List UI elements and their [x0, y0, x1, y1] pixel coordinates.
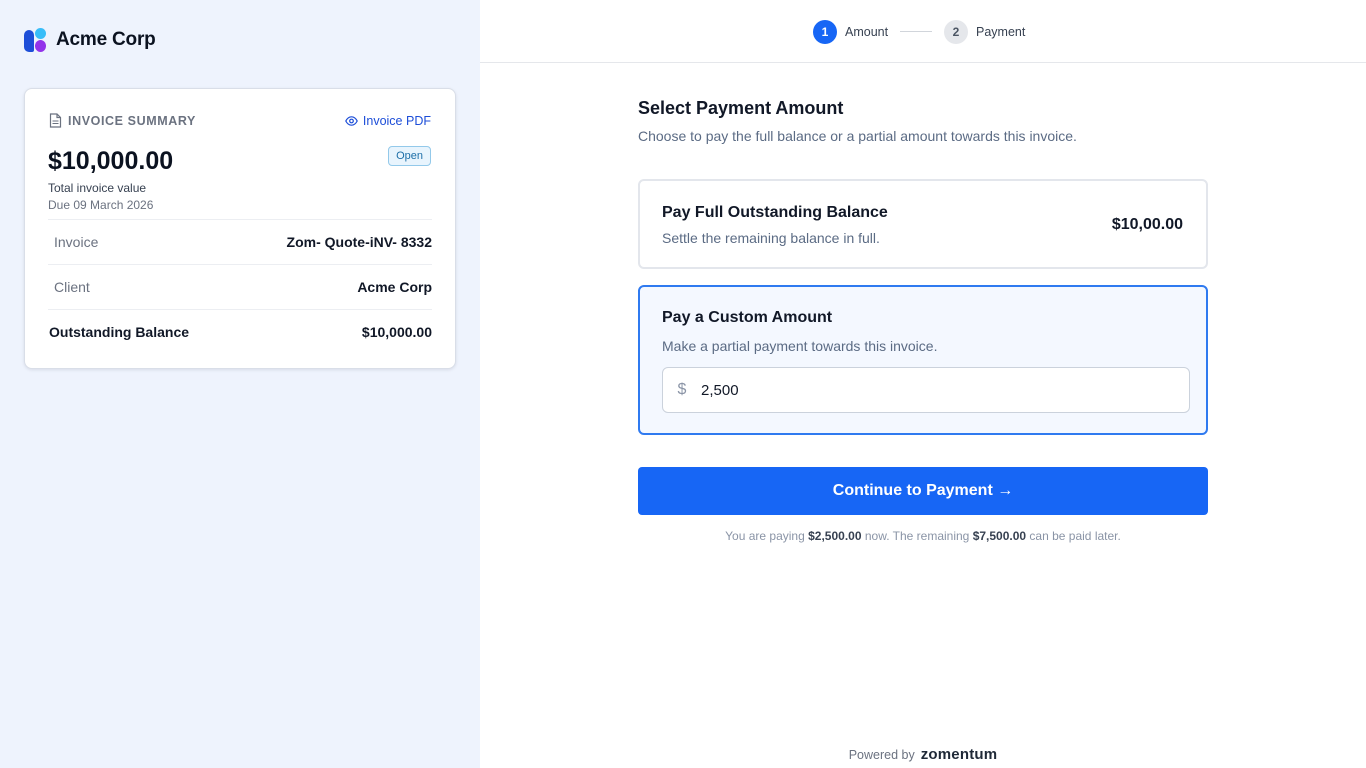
- paying-amount: $2,500.00: [808, 529, 862, 543]
- option-amount: $10,00.00: [1111, 216, 1183, 233]
- due-date: Due 09 March 2026: [48, 198, 154, 212]
- option-subtitle: Make a partial payment towards this invo…: [662, 338, 938, 354]
- custom-amount-field[interactable]: $: [662, 367, 1190, 413]
- row-value: $10,000.00: [361, 324, 432, 340]
- document-icon: [49, 113, 62, 128]
- invoice-total: $10,000.00: [48, 147, 174, 175]
- option-title: Pay a Custom Amount: [662, 309, 833, 326]
- option-custom-amount[interactable]: Pay a Custom Amount Make a partial payme…: [638, 285, 1208, 435]
- step-payment: 2 Payment: [944, 20, 1025, 44]
- powered-by: Powered by zomentum: [480, 746, 1366, 763]
- total-label: Total invoice value: [48, 181, 147, 195]
- remaining-amount: $7,500.00: [972, 529, 1027, 543]
- option-title: Pay Full Outstanding Balance: [662, 204, 888, 221]
- brand: Acme Corp: [24, 28, 156, 52]
- note-text: You are paying: [725, 529, 809, 543]
- left-panel: Acme Corp INVOICE SUMMARY Invoice PDF $1…: [0, 0, 480, 768]
- page-title: Select Payment Amount: [638, 98, 844, 118]
- zomentum-logo: zomentum: [920, 746, 998, 763]
- currency-symbol: $: [677, 381, 687, 398]
- step-connector: [900, 31, 932, 32]
- invoice-summary-card: INVOICE SUMMARY Invoice PDF $10,000.00 O…: [24, 88, 456, 369]
- row-label: Invoice: [54, 234, 99, 250]
- stepper: 1 Amount 2 Payment: [480, 0, 1366, 63]
- card-title-text: INVOICE SUMMARY: [68, 113, 196, 128]
- summary-row-outstanding: Outstanding Balance $10,000.00: [48, 309, 432, 354]
- invoice-pdf-label: Invoice PDF: [362, 113, 431, 128]
- note-text: now. The remaining: [861, 529, 973, 543]
- option-full-balance[interactable]: Pay Full Outstanding Balance Settle the …: [638, 179, 1208, 269]
- row-label: Client: [54, 279, 90, 295]
- card-title: INVOICE SUMMARY: [49, 113, 196, 128]
- card-header: INVOICE SUMMARY Invoice PDF: [49, 113, 431, 128]
- row-value: Acme Corp: [357, 279, 432, 295]
- step-number: 2: [944, 20, 968, 44]
- acme-logo-icon: [24, 28, 48, 52]
- note-text: can be paid later.: [1026, 529, 1121, 543]
- eye-icon: [345, 115, 358, 126]
- invoice-pdf-link[interactable]: Invoice PDF: [345, 114, 431, 128]
- step-number: 1: [813, 20, 837, 44]
- main-header: Select Payment Amount Choose to pay the …: [638, 98, 1208, 144]
- custom-amount-input[interactable]: [701, 381, 1161, 399]
- status-badge: Open: [388, 146, 431, 166]
- payment-note: You are paying $2,500.00 now. The remain…: [638, 529, 1208, 543]
- powered-label: Powered by: [848, 747, 915, 762]
- option-subtitle: Settle the remaining balance in full.: [662, 230, 880, 246]
- row-label: Outstanding Balance: [49, 324, 190, 340]
- page-description: Choose to pay the full balance or a part…: [638, 128, 1077, 144]
- step-label: Amount: [845, 25, 889, 39]
- step-amount: 1 Amount: [813, 20, 888, 44]
- summary-row-invoice: Invoice Zom- Quote-iNV- 8332: [48, 219, 432, 264]
- brand-name: Acme Corp: [56, 29, 156, 50]
- summary-row-client: Client Acme Corp: [48, 264, 432, 309]
- row-value: Zom- Quote-iNV- 8332: [286, 234, 432, 250]
- continue-to-payment-button[interactable]: Continue to Payment →: [638, 467, 1208, 515]
- step-label: Payment: [976, 25, 1026, 39]
